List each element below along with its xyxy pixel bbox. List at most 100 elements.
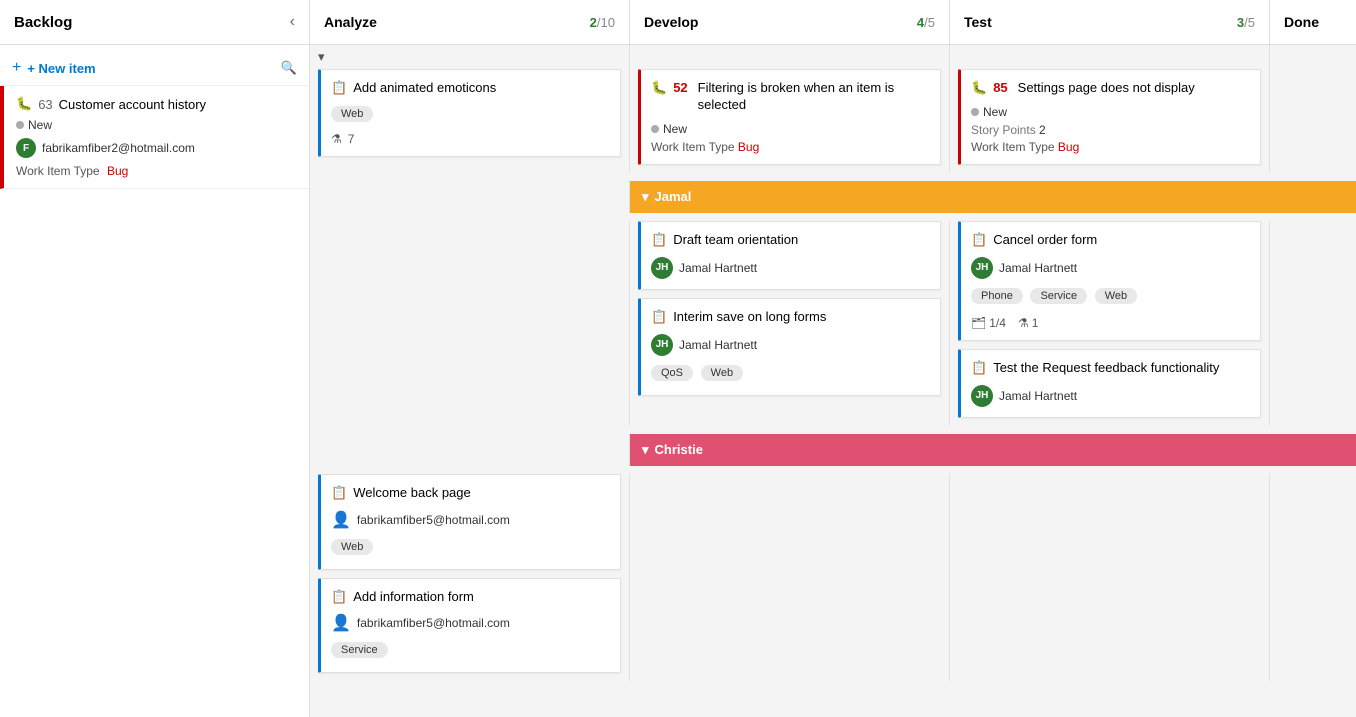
develop-count: 4/5	[917, 15, 935, 30]
card-tags: QoS Web	[651, 364, 930, 385]
christie-cards-row: 📋 Welcome back page 👤 fabrikamfiber5@hot…	[310, 466, 1356, 690]
item-id: 63	[38, 97, 52, 112]
status-dot	[971, 108, 979, 116]
tag-qos: QoS	[651, 365, 693, 381]
card-title-text: Interim save on long forms	[673, 309, 826, 326]
user-name: Jamal Hartnett	[679, 261, 757, 275]
card-title: 📋 Welcome back page	[331, 485, 610, 502]
card-draft-team[interactable]: 📋 Draft team orientation JH Jamal Hartne…	[638, 221, 941, 290]
christie-label: Christie	[655, 442, 703, 457]
develop-christie	[630, 474, 950, 682]
card-welcome-back[interactable]: 📋 Welcome back page 👤 fabrikamfiber5@hot…	[318, 474, 621, 570]
card-user-row: JH Jamal Hartnett	[651, 334, 930, 356]
done-christie	[1270, 474, 1356, 682]
card-test-request-feedback[interactable]: 📋 Test the Request feedback functionalit…	[958, 349, 1261, 418]
jamal-section-header-row: ▾ Jamal	[310, 181, 1356, 213]
avatar: F	[16, 138, 36, 158]
board-header: Backlog ‹ Analyze 2/10 Develop 4/5 Test …	[0, 0, 1356, 45]
tag-web: Web	[331, 106, 373, 122]
user-email: fabrikamfiber5@hotmail.com	[357, 616, 510, 630]
develop-header: Develop 4/5	[630, 0, 950, 44]
analyze-title: Analyze	[324, 14, 377, 30]
flask-icon: ⚗	[331, 132, 342, 146]
christie-chevron: ▾	[642, 442, 649, 458]
jamal-section-band: ▾ Jamal	[630, 181, 1356, 213]
card-tags: Web	[331, 105, 610, 126]
board-body: + + New item 🔍 🐛 63 Customer account his…	[0, 45, 1356, 717]
jamal-label: Jamal	[655, 189, 692, 204]
flask-icon: ⚗	[1018, 316, 1029, 330]
card-icon: 📋	[971, 360, 987, 377]
progress-icon: 🗂	[971, 316, 986, 330]
card-tags: Web	[331, 538, 610, 559]
avatar: JH	[651, 334, 673, 356]
bug-icon: 🐛	[16, 96, 32, 112]
unassigned-row: 📋 Add animated emoticons Web ⚗ 7	[310, 69, 1356, 181]
backlog-header: Backlog ‹	[0, 0, 310, 44]
card-meta: ⚗ 7	[331, 132, 610, 146]
card-cancel-order[interactable]: 📋 Cancel order form JH Jamal Hartnett Ph…	[958, 221, 1261, 341]
backlog-title: Backlog	[14, 14, 72, 31]
analyze-header: Analyze 2/10	[310, 0, 630, 44]
tag-web: Web	[331, 539, 373, 555]
card-icon: 📋	[971, 232, 987, 249]
item-status-row: New	[16, 118, 297, 132]
backlog-item-title: 🐛 63 Customer account history	[16, 96, 297, 112]
card-add-emoticons[interactable]: 📋 Add animated emoticons Web ⚗ 7	[318, 69, 621, 157]
status-dot	[16, 121, 24, 129]
tag-phone: Phone	[971, 288, 1023, 304]
test-jamal: 📋 Cancel order form JH Jamal Hartnett Ph…	[950, 221, 1270, 426]
card-title-text: Welcome back page	[353, 485, 471, 502]
card-user-row: 👤 fabrikamfiber5@hotmail.com	[331, 613, 610, 633]
develop-title: Develop	[644, 14, 698, 30]
card-bug-icon: 🐛	[971, 80, 987, 97]
card-icon: 📋	[651, 309, 667, 326]
backlog-card[interactable]: 🐛 63 Customer account history New F fabr…	[0, 86, 309, 189]
avatar: JH	[971, 385, 993, 407]
card-status: New	[663, 122, 687, 136]
test-unassigned: 🐛 85 Settings page does not display New …	[950, 69, 1270, 173]
card-story-points: Story Points 2	[971, 123, 1250, 137]
test-count: 3/5	[1237, 15, 1255, 30]
search-icon[interactable]: 🔍	[281, 60, 297, 76]
jamal-cards-row: 📋 Draft team orientation JH Jamal Hartne…	[310, 213, 1356, 434]
card-title-text: Add animated emoticons	[353, 80, 496, 97]
card-user-row: JH Jamal Hartnett	[651, 257, 930, 279]
done-unassigned	[1270, 69, 1356, 173]
card-title: 🐛 52 Filtering is broken when an item is…	[651, 80, 930, 114]
card-title-text: Cancel order form	[993, 232, 1097, 249]
card-flask: ⚗ 1	[1018, 316, 1038, 330]
backlog-chevron[interactable]: ‹	[290, 13, 295, 31]
main-board: ▾ 📋 Add animated emoticons Web	[310, 45, 1356, 717]
status-dot	[651, 125, 659, 133]
avatar: JH	[651, 257, 673, 279]
new-item-button[interactable]: + + New item 🔍	[0, 51, 309, 86]
card-stats: 🗂 1/4 ⚗ 1	[971, 316, 1250, 330]
test-christie	[950, 474, 1270, 682]
tag-web: Web	[1095, 288, 1137, 304]
card-user-row: 👤 fabrikamfiber5@hotmail.com	[331, 510, 610, 530]
card-add-info-form[interactable]: 📋 Add information form 👤 fabrikamfiber5@…	[318, 578, 621, 674]
item-email: fabrikamfiber2@hotmail.com	[42, 141, 195, 155]
analyze-unassigned: 📋 Add animated emoticons Web ⚗ 7	[310, 69, 630, 173]
card-user-row: JH Jamal Hartnett	[971, 257, 1250, 279]
analyze-count: 2/10	[590, 15, 615, 30]
card-tags: Phone Service Web	[971, 287, 1250, 308]
card-fraction: 🗂 1/4	[971, 316, 1006, 330]
user-icon: 👤	[331, 510, 351, 530]
card-status: New	[983, 105, 1007, 119]
done-title: Done	[1284, 14, 1319, 30]
card-settings-page[interactable]: 🐛 85 Settings page does not display New …	[958, 69, 1261, 165]
card-filtering-broken[interactable]: 🐛 52 Filtering is broken when an item is…	[638, 69, 941, 165]
avatar: JH	[971, 257, 993, 279]
collapse-button[interactable]: ▾	[318, 49, 325, 65]
card-title: 📋 Draft team orientation	[651, 232, 930, 249]
sidebar-column: + + New item 🔍 🐛 63 Customer account his…	[0, 45, 310, 717]
plus-icon: +	[12, 59, 21, 77]
jamal-chevron: ▾	[642, 189, 649, 205]
test-title: Test	[964, 14, 992, 30]
done-jamal	[1270, 221, 1356, 426]
item-email-row: F fabrikamfiber2@hotmail.com	[16, 138, 297, 158]
card-user-row: JH Jamal Hartnett	[971, 385, 1250, 407]
card-interim-save[interactable]: 📋 Interim save on long forms JH Jamal Ha…	[638, 298, 941, 396]
